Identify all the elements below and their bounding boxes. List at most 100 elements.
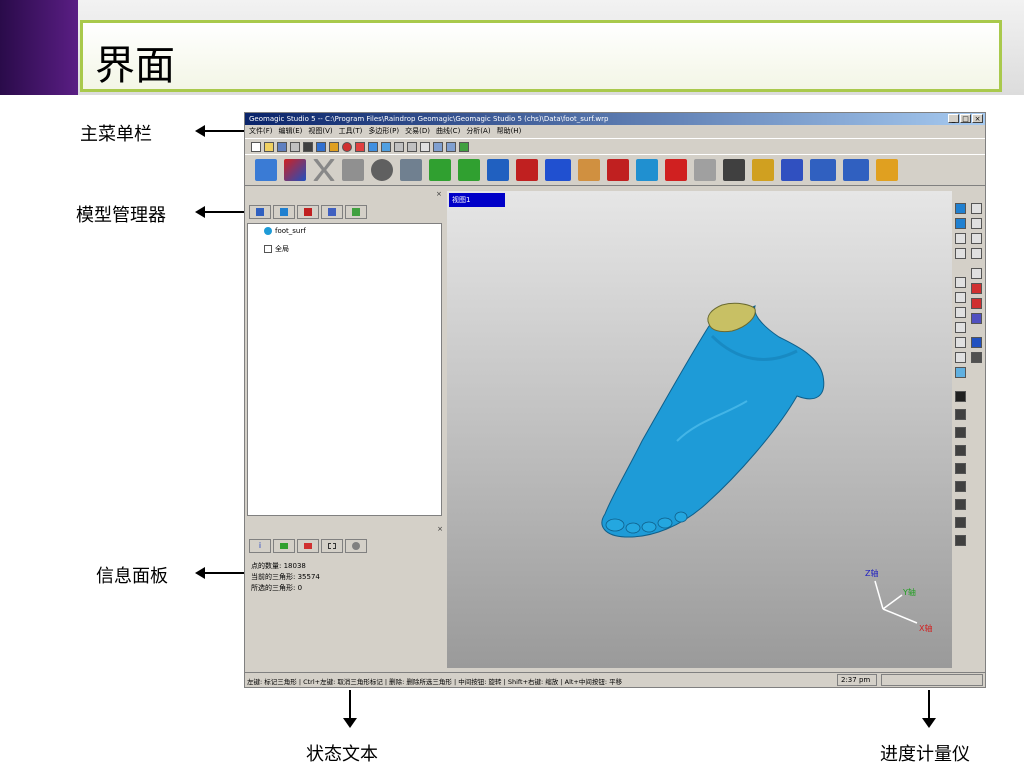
view-iso7-icon[interactable] <box>955 367 966 378</box>
view-iso3-icon[interactable] <box>955 307 966 318</box>
view-right-icon[interactable] <box>955 248 966 259</box>
layout-3-icon[interactable] <box>955 427 966 438</box>
layers-icon[interactable] <box>752 159 774 181</box>
menu-exchange[interactable]: 交易(D) <box>405 125 430 138</box>
model-manager-close-icon[interactable]: × <box>436 191 443 198</box>
tab-points[interactable] <box>273 539 295 553</box>
tab-lighting[interactable] <box>321 205 343 219</box>
view-iso6-icon[interactable] <box>955 352 966 363</box>
wave-icon[interactable] <box>810 159 836 181</box>
shade-icon[interactable] <box>971 337 982 348</box>
layout-7-icon[interactable] <box>955 499 966 510</box>
tab-settings[interactable] <box>345 539 367 553</box>
view-back-icon[interactable] <box>955 218 966 229</box>
view-left-icon[interactable] <box>955 233 966 244</box>
paint-icon[interactable] <box>971 268 982 279</box>
layout-9-icon[interactable] <box>955 535 966 546</box>
menu-edit[interactable]: 编辑(E) <box>279 125 303 138</box>
tree-item-foot-surf[interactable]: foot_surf <box>264 227 306 235</box>
fill-icon[interactable] <box>400 159 422 181</box>
tab-info[interactable]: i <box>249 539 271 553</box>
add-icon[interactable] <box>355 141 365 152</box>
tree-item-global[interactable]: 全局 <box>264 244 289 254</box>
layout-4-icon[interactable] <box>955 445 966 456</box>
label-icon[interactable] <box>545 159 571 181</box>
view-iso5-icon[interactable] <box>955 337 966 348</box>
cube-icon[interactable] <box>255 159 277 181</box>
select-icon[interactable] <box>284 159 306 181</box>
section-icon[interactable] <box>487 159 509 181</box>
redo-icon[interactable] <box>446 141 456 152</box>
sharpen-icon[interactable] <box>665 159 687 181</box>
open-folder-icon[interactable] <box>264 141 274 152</box>
color-red-icon[interactable] <box>971 283 982 294</box>
menu-polygon[interactable]: 多边形(P) <box>368 125 399 138</box>
menu-view[interactable]: 视图(V) <box>308 125 332 138</box>
info-lines: 点的数量: 18038 当前的三角形: 35574 所选的三角形: 0 <box>251 561 320 594</box>
offset-icon[interactable] <box>694 159 716 181</box>
new-file-icon[interactable] <box>251 141 261 152</box>
save-icon[interactable] <box>277 141 287 152</box>
tab-material[interactable] <box>297 205 319 219</box>
global-icon <box>264 245 272 253</box>
tab-bounds[interactable] <box>321 539 343 553</box>
window-titlebar[interactable]: Geomagic Studio 5 -- C:\Program Files\Ra… <box>245 113 985 125</box>
copy-icon[interactable] <box>316 141 326 152</box>
maximize-button[interactable]: □ <box>960 114 971 123</box>
view-iso4-icon[interactable] <box>955 322 966 333</box>
delete-icon[interactable] <box>313 159 335 181</box>
menu-tools[interactable]: 工具(T) <box>339 125 363 138</box>
mesh-doctor-icon[interactable] <box>578 159 600 181</box>
pan-icon[interactable] <box>971 233 982 244</box>
view-iso1-icon[interactable] <box>955 277 966 288</box>
grid-icon[interactable] <box>458 159 480 181</box>
network-icon[interactable] <box>429 159 451 181</box>
stop-icon[interactable] <box>342 141 352 152</box>
color-mix-icon[interactable] <box>971 313 982 324</box>
copy-model-icon[interactable] <box>876 159 898 181</box>
hole-fill-icon[interactable] <box>607 159 629 181</box>
view-box-icon[interactable] <box>381 141 391 152</box>
print-icon[interactable] <box>303 141 313 152</box>
select-arrow-icon[interactable] <box>971 203 982 214</box>
tab-view[interactable] <box>345 205 367 219</box>
view-front-icon[interactable] <box>955 203 966 214</box>
tab-display[interactable] <box>273 205 295 219</box>
sphere-icon[interactable] <box>371 159 393 181</box>
shell-icon[interactable] <box>723 159 745 181</box>
tab-model-tree[interactable] <box>249 205 271 219</box>
undo-icon[interactable] <box>433 141 443 152</box>
layout-5-icon[interactable] <box>955 463 966 474</box>
menu-analysis[interactable]: 分析(A) <box>466 125 490 138</box>
menu-file[interactable]: 文件(F) <box>249 125 273 138</box>
minimize-button[interactable]: _ <box>948 114 959 123</box>
zoom-out-icon[interactable] <box>407 141 417 152</box>
pencil-icon[interactable] <box>971 248 982 259</box>
menu-help[interactable]: 帮助(H) <box>497 125 522 138</box>
layout-6-icon[interactable] <box>955 481 966 492</box>
wireframe-icon[interactable] <box>971 352 982 363</box>
edge-icon[interactable] <box>516 159 538 181</box>
layout-8-icon[interactable] <box>955 517 966 528</box>
info-panel-close-icon[interactable]: × <box>437 525 443 533</box>
view-fit-icon[interactable] <box>368 141 378 152</box>
3d-viewport[interactable]: 视图1 Z轴 Y轴 X轴 <box>447 191 952 668</box>
deviation-icon[interactable] <box>781 159 803 181</box>
foot-model[interactable] <box>601 302 825 538</box>
rotate-icon[interactable] <box>971 218 982 229</box>
relax-icon[interactable] <box>843 159 869 181</box>
scatter-icon[interactable] <box>342 159 364 181</box>
paste-icon[interactable] <box>329 141 339 152</box>
menu-curves[interactable]: 曲线(C) <box>436 125 460 138</box>
options-icon[interactable] <box>459 141 469 152</box>
decimate-icon[interactable] <box>636 159 658 181</box>
layout-2-icon[interactable] <box>955 409 966 420</box>
zoom-in-icon[interactable] <box>394 141 404 152</box>
view-iso2-icon[interactable] <box>955 292 966 303</box>
line-icon[interactable] <box>420 141 430 152</box>
tab-triangles[interactable] <box>297 539 319 553</box>
close-button[interactable]: × <box>972 114 983 123</box>
import-icon[interactable] <box>290 141 300 152</box>
color-red2-icon[interactable] <box>971 298 982 309</box>
layout-1-icon[interactable] <box>955 391 966 402</box>
